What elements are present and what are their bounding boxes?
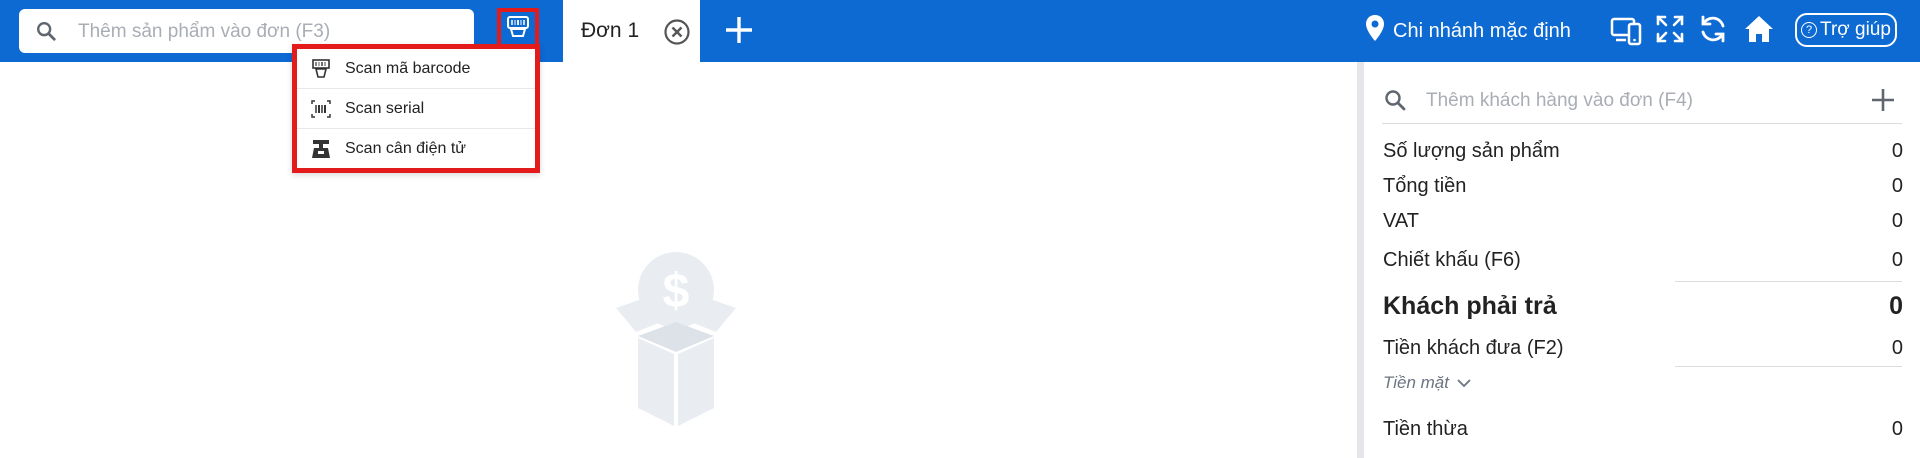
discount-value[interactable]: 0 [1892,249,1903,272]
menu-item-label: Scan cân điện tử [345,140,467,157]
menu-item-label: Scan serial [345,100,425,117]
branch-label: Chi nhánh mặc định [1393,19,1571,42]
tab-order-1[interactable]: Đơn 1 [563,0,700,62]
summary-product-count: Số lượng sản phẩm 0 [1383,136,1903,166]
location-pin-icon [1365,14,1385,48]
menu-item-scan-serial[interactable]: Scan serial [297,89,535,129]
barcode-scanner-icon [506,15,530,43]
help-label: Trợ giúp [1820,19,1891,40]
plus-icon[interactable] [1870,87,1896,118]
summary-value: 0 [1891,175,1903,197]
summary-value: 0 [1889,292,1903,320]
home-icon[interactable] [1743,14,1775,49]
summary-customer-given[interactable]: Tiền khách đưa (F2) 0 [1383,333,1903,363]
summary-label: Khách phải trả [1383,292,1557,320]
summary-value: 0 [1891,418,1903,440]
summary-label: Tiền thừa [1383,418,1468,440]
search-icon [35,20,57,47]
summary-label: Tiền khách đưa (F2) [1383,337,1564,359]
devices-icon[interactable] [1610,14,1642,51]
top-header: Đơn 1 Chi nhánh mặc định ? Trợ g [0,0,1920,62]
customer-given-underline [1675,366,1902,367]
summary-value: 0 [1891,210,1903,232]
chevron-down-icon [1457,373,1471,393]
payment-method-label: Tiền mặt [1383,373,1449,392]
menu-item-scan-barcode[interactable]: Scan mã barcode [297,49,535,89]
scan-dropdown-menu: Scan mã barcode Scan serial Scan cân điệ… [292,44,540,173]
sidebar-divider [1357,62,1364,458]
branch-selector[interactable]: Chi nhánh mặc định [1365,15,1571,47]
payment-method-dropdown[interactable]: Tiền mặt [1383,373,1471,393]
search-icon [1383,88,1407,117]
summary-change: Tiền thừa 0 [1383,414,1903,444]
discount-underline [1675,281,1902,282]
summary-label: Chiết khấu (F6) [1383,249,1521,271]
summary-customer-pay: Khách phải trả 0 [1383,290,1903,320]
electronic-scale-icon [311,139,331,164]
menu-item-label: Scan mã barcode [345,60,471,77]
serial-barcode-icon [311,99,331,124]
customer-search-input[interactable] [1424,85,1848,117]
question-circle-icon: ? [1801,22,1818,38]
summary-label: Số lượng sản phẩm [1383,140,1560,162]
barcode-scanner-icon [311,59,331,84]
help-button[interactable]: ? Trợ giúp [1795,13,1897,47]
summary-total: Tổng tiền 0 [1383,171,1903,201]
menu-item-scan-scale[interactable]: Scan cân điện tử [297,129,535,168]
summary-value: 0 [1891,140,1903,162]
refresh-icon[interactable] [1698,14,1728,49]
customer-search-box [1382,79,1902,124]
empty-box-money-icon: $ [596,250,756,435]
plus-icon[interactable] [723,14,755,51]
summary-discount[interactable]: Chiết khấu (F6) 0 [1383,245,1903,275]
fullscreen-icon[interactable] [1655,14,1685,49]
tab-label: Đơn 1 [581,19,640,42]
customer-given-value[interactable]: 0 [1892,337,1903,360]
summary-vat: VAT 0 [1383,206,1903,236]
close-circle-icon[interactable] [663,18,691,51]
summary-label: Tổng tiền [1383,175,1467,197]
summary-label: VAT [1383,210,1419,232]
